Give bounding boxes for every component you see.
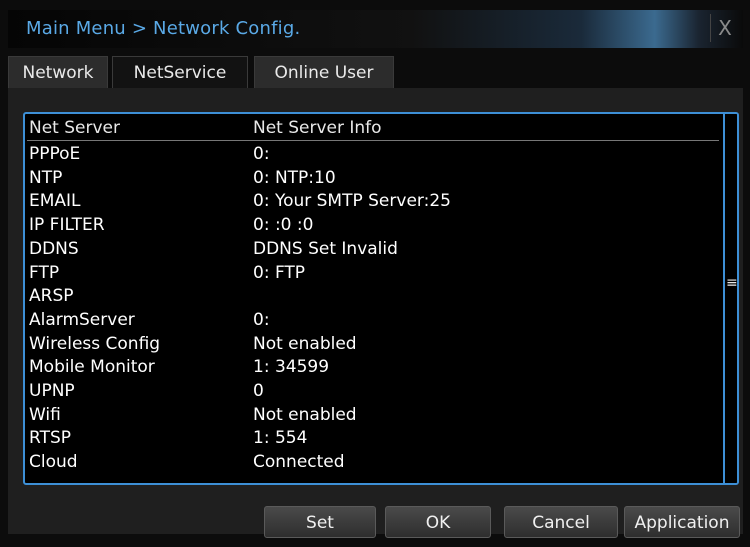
tab-netservice[interactable]: NetService xyxy=(112,56,248,88)
column-header-net-server: Net Server xyxy=(29,118,120,138)
title-bar: Main Menu > Network Config. X xyxy=(8,10,743,48)
net-server-name: AlarmServer xyxy=(29,309,135,330)
ok-button[interactable]: OK xyxy=(385,506,491,538)
application-button[interactable]: Application xyxy=(624,506,740,538)
net-server-info: Not enabled xyxy=(253,333,357,354)
net-server-info: 0 xyxy=(253,381,264,401)
net-server-name: EMAIL xyxy=(29,191,81,212)
net-server-info: 0: Your SMTP Server:25 xyxy=(253,191,451,212)
net-server-name: NTP xyxy=(29,167,63,188)
net-server-info: 0: xyxy=(253,144,270,164)
net-server-name: Mobile Monitor xyxy=(29,357,155,378)
net-server-info: 0: :0 :0 xyxy=(253,215,314,236)
set-button[interactable]: Set xyxy=(264,506,376,538)
tab-online-user[interactable]: Online User xyxy=(254,56,394,88)
net-server-name: DDNS xyxy=(29,238,79,259)
close-icon[interactable]: X xyxy=(710,14,739,42)
net-server-info: DDNS Set Invalid xyxy=(253,238,398,259)
scroll-thumb-icon[interactable]: ≡ xyxy=(726,276,737,290)
tab-network[interactable]: Network xyxy=(8,56,108,88)
net-server-info: 0: xyxy=(253,309,270,330)
net-server-name: RTSP xyxy=(29,428,72,449)
net-server-info: Not enabled xyxy=(253,404,357,425)
net-server-name: ARSP xyxy=(29,286,74,307)
net-server-name: FTP xyxy=(29,262,60,283)
net-server-name: UPNP xyxy=(29,381,75,401)
net-server-info: 0: FTP xyxy=(253,262,306,283)
net-server-name: IP FILTER xyxy=(29,215,105,236)
net-server-info: 1: 554 xyxy=(253,428,308,449)
net-server-name: PPPoE xyxy=(29,144,81,164)
cancel-button[interactable]: Cancel xyxy=(504,506,618,538)
net-service-list[interactable]: Net Server Net Server Info PPPoE 0: NTP 0: … xyxy=(23,112,739,485)
network-config-window: Main Menu > Network Config. X Network Ne… xyxy=(0,0,750,547)
net-server-name: Wifi xyxy=(29,404,61,425)
column-header-net-server-info: Net Server Info xyxy=(253,118,382,138)
scrollbar[interactable]: ≡ xyxy=(723,114,737,483)
header-divider xyxy=(27,140,719,141)
net-server-name: Wireless Config xyxy=(29,333,161,354)
net-server-info: 1: 34599 xyxy=(253,357,330,378)
net-server-info: 0: NTP:10 xyxy=(253,167,336,188)
net-server-info: Connected xyxy=(253,452,345,473)
net-server-name: Cloud xyxy=(29,452,78,473)
window-title: Main Menu > Network Config. xyxy=(26,18,301,39)
